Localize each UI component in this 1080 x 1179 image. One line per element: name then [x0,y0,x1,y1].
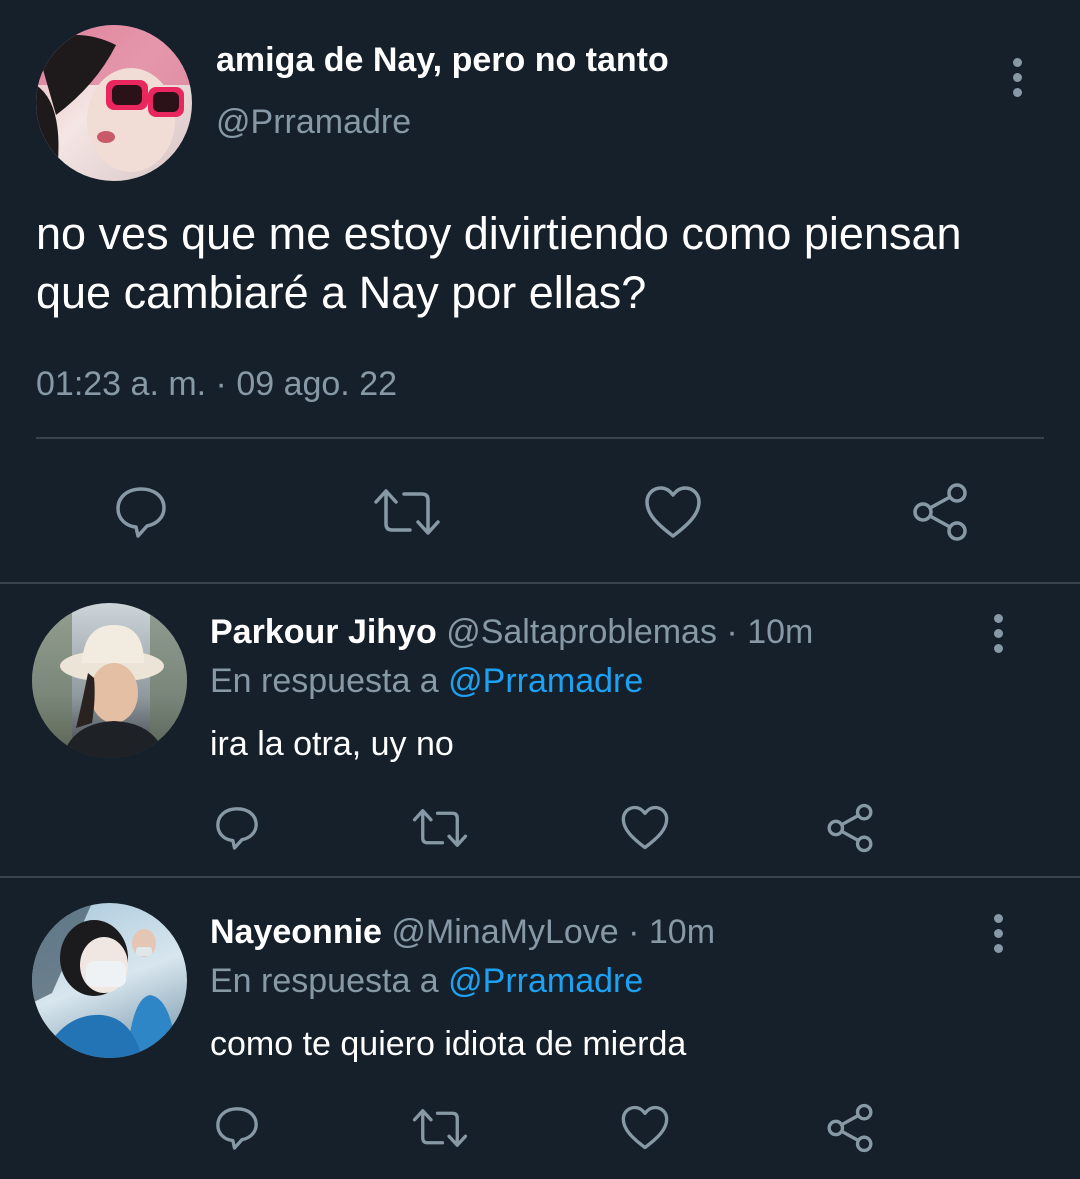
reply-to-link[interactable]: @Prramadre [448,962,643,1000]
reply-handle[interactable]: @MinaMyLove [391,913,618,951]
reply-time[interactable]: · 10m [726,613,813,651]
like-icon[interactable] [620,1104,670,1151]
more-options-icon[interactable] [992,914,1004,953]
retweet-icon[interactable] [372,484,442,540]
reply-to-link[interactable]: @Prramadre [448,662,643,700]
like-icon[interactable] [620,804,670,851]
section-divider [0,582,1080,584]
retweet-icon[interactable] [411,805,469,851]
main-avatar[interactable] [36,25,192,181]
divider [36,437,1044,439]
share-icon[interactable] [825,1103,875,1153]
more-options-icon[interactable] [992,614,1004,653]
reply-header: Nayeonnie @MinaMyLove · 10m [210,910,715,954]
main-tweet-text: no ves que me estoy divirtiendo como pie… [36,208,962,318]
share-icon[interactable] [910,482,970,542]
reply-text: como te quiero idiota de mierda [210,1025,687,1063]
share-icon[interactable] [825,803,875,853]
reply-text: ira la otra, uy no [210,725,454,763]
reply-icon[interactable] [111,482,171,542]
reply-context-label: En respuesta a [210,662,439,700]
section-divider [0,876,1080,878]
main-handle[interactable]: @Prramadre [216,100,411,144]
reply-avatar[interactable] [32,903,187,1058]
profile-photo [32,603,187,758]
reply-context: En respuesta a @Prramadre [210,959,643,1003]
profile-photo [36,25,192,181]
reply-handle[interactable]: @Saltaproblemas [446,613,717,651]
reply-header: Parkour Jihyo @Saltaproblemas · 10m [210,610,813,654]
reply-display-name[interactable]: Parkour Jihyo [210,613,437,651]
reply-icon[interactable] [212,1103,262,1153]
retweet-icon[interactable] [411,1105,469,1151]
reply-avatar[interactable] [32,603,187,758]
more-options-icon[interactable] [1011,58,1023,97]
reply-time[interactable]: · 10m [628,913,715,951]
profile-photo [32,903,177,1058]
main-display-name[interactable]: amiga de Nay, pero no tanto [216,38,669,82]
main-timestamp[interactable]: 01:23 a. m. · 09 ago. 22 [36,362,397,406]
reply-context: En respuesta a @Prramadre [210,659,643,703]
reply-context-label: En respuesta a [210,962,439,1000]
reply-icon[interactable] [212,803,262,853]
like-icon[interactable] [643,484,703,540]
reply-display-name[interactable]: Nayeonnie [210,913,382,951]
